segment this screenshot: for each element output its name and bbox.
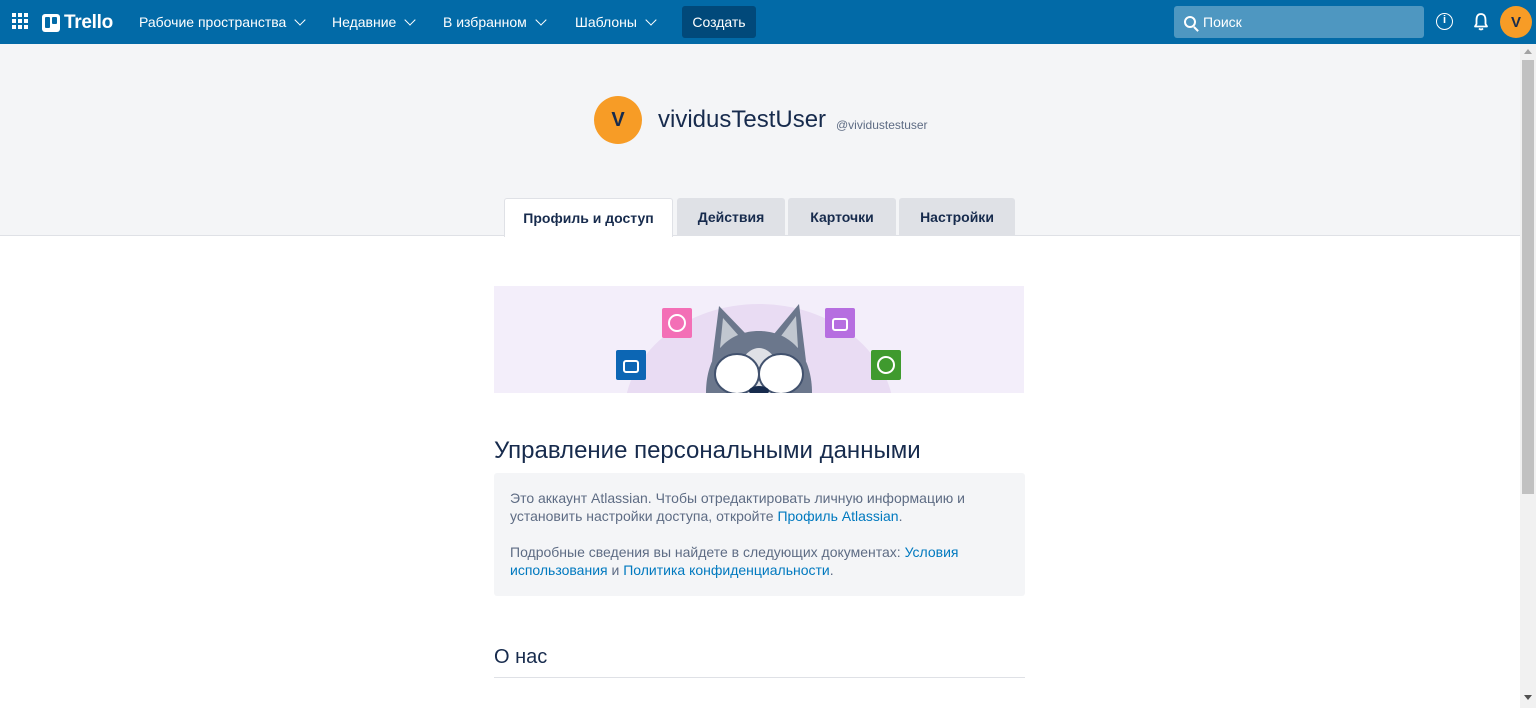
menu-templates[interactable]: Шаблоны (575, 0, 657, 44)
notice-paragraph-1: Это аккаунт Atlassian. Чтобы отредактиро… (510, 489, 1009, 525)
member-avatar-button[interactable]: V (1500, 6, 1532, 38)
divider (494, 677, 1025, 678)
notice-and: и (611, 562, 620, 578)
atlassian-account-notice: Это аккаунт Atlassian. Чтобы отредактиро… (494, 473, 1025, 596)
brand-name: Trello (64, 12, 113, 33)
menu-recent[interactable]: Недавние (332, 0, 416, 44)
notice-text-2: Подробные сведения вы найдете в следующи… (510, 544, 901, 560)
search-input[interactable]: Поиск (1174, 6, 1424, 38)
husky-privacy-image (616, 304, 901, 393)
create-button[interactable]: Создать (682, 6, 756, 38)
menu-starred-label: В избранном (443, 14, 527, 30)
menu-workspaces-label: Рабочие пространства (139, 14, 287, 30)
tab-settings[interactable]: Настройки (899, 198, 1015, 236)
menu-starred[interactable]: В избранном (443, 0, 547, 44)
scroll-thumb[interactable] (1522, 60, 1534, 494)
page-scrollbar[interactable] (1520, 44, 1536, 708)
profile-header: V vividusTestUser @vividustestuser Профи… (0, 44, 1520, 237)
apps-grid-icon[interactable] (12, 13, 28, 29)
profile-avatar: V (594, 96, 642, 144)
chevron-down-icon (294, 13, 306, 26)
trello-logo-icon (42, 14, 60, 32)
notice-period-2: . (829, 562, 834, 578)
chevron-down-icon (645, 13, 657, 26)
search-placeholder: Поиск (1203, 14, 1242, 30)
profile-full-name: vividusTestUser (658, 106, 827, 133)
tab-activity[interactable]: Действия (677, 198, 785, 236)
profile-username: @vividustestuser (836, 118, 928, 132)
menu-templates-label: Шаблоны (575, 14, 637, 30)
trello-home-link[interactable]: Trello (42, 12, 113, 34)
menu-workspaces[interactable]: Рабочие пространства (139, 0, 306, 44)
atlassian-profile-link[interactable]: Профиль Atlassian (777, 508, 898, 524)
about-heading: О нас (494, 646, 548, 668)
privacy-illustration (494, 286, 1024, 393)
chevron-down-icon (404, 13, 416, 26)
scroll-up-arrow-icon[interactable] (1524, 49, 1532, 54)
privacy-policy-link[interactable]: Политика конфиденциальности (623, 562, 830, 578)
menu-recent-label: Недавние (332, 14, 397, 30)
bell-icon[interactable] (1472, 12, 1490, 32)
page-heading: Управление персональными данными (494, 437, 921, 464)
notice-period-1: . (898, 508, 903, 524)
top-navigation-bar: Trello Рабочие пространства Недавние В и… (0, 0, 1536, 44)
notice-paragraph-2: Подробные сведения вы найдете в следующи… (510, 543, 1009, 579)
info-icon[interactable]: i (1436, 13, 1453, 30)
tab-profile-and-visibility[interactable]: Профиль и доступ (504, 198, 673, 237)
tab-cards[interactable]: Карточки (788, 198, 896, 236)
chevron-down-icon (535, 13, 547, 26)
search-icon (1184, 16, 1196, 28)
scroll-down-arrow-icon[interactable] (1524, 695, 1532, 700)
